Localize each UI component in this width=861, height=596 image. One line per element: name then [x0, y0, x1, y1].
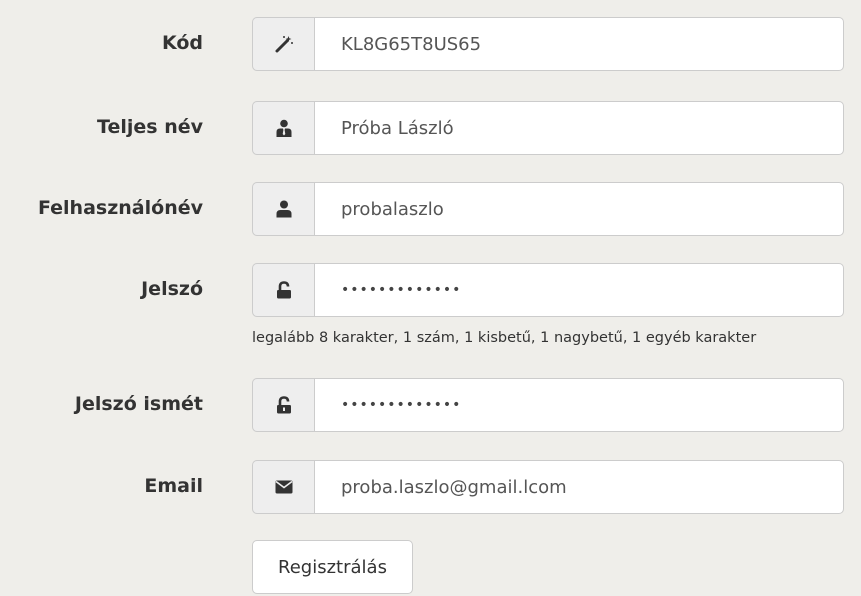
password-input-group	[252, 263, 844, 317]
full-name-input-group	[252, 101, 844, 155]
envelope-icon	[252, 460, 314, 514]
registration-form: Kód Teljes név	[0, 0, 861, 596]
code-label: Kód	[161, 32, 203, 54]
username-label: Felhasználónév	[37, 197, 203, 219]
username-field[interactable]	[314, 182, 844, 236]
email-field[interactable]	[314, 460, 844, 514]
magic-wand-icon	[252, 17, 314, 71]
password-hint: legalább 8 karakter, 1 szám, 1 kisbetű, …	[252, 330, 757, 346]
unlock-icon	[252, 263, 314, 317]
email-input-group	[252, 460, 844, 514]
full-name-field[interactable]	[314, 101, 844, 155]
code-input-group	[252, 17, 844, 71]
password-repeat-input-group	[252, 378, 844, 432]
password-repeat-label: Jelszó ismét	[74, 393, 203, 415]
password-label: Jelszó	[141, 278, 203, 300]
code-field[interactable]	[314, 17, 844, 71]
password-field[interactable]	[314, 263, 844, 317]
user-icon	[252, 182, 314, 236]
username-input-group	[252, 182, 844, 236]
user-tie-icon	[252, 101, 314, 155]
email-label: Email	[144, 475, 203, 497]
full-name-label: Teljes név	[97, 116, 203, 138]
unlock-icon	[252, 378, 314, 432]
register-button[interactable]: Regisztrálás	[252, 540, 413, 594]
password-repeat-field[interactable]	[314, 378, 844, 432]
